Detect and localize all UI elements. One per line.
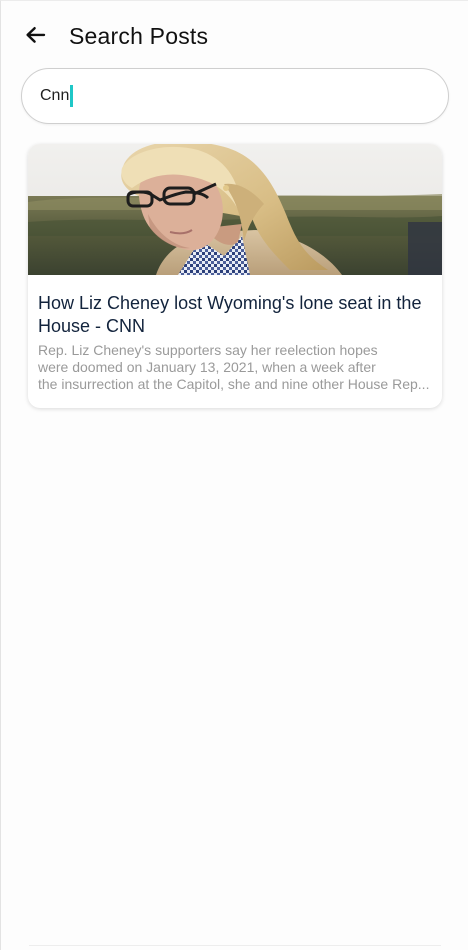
search-input-value: Cnn — [40, 87, 70, 104]
post-title[interactable]: How Liz Cheney lost Wyoming's lone seat … — [38, 292, 434, 338]
bottom-divider — [29, 945, 441, 946]
post-thumbnail-image — [28, 144, 442, 275]
post-snippet-line: the insurrection at the Capitol, she and… — [38, 376, 430, 392]
search-input[interactable]: Cnn — [21, 68, 449, 124]
text-caret — [70, 85, 74, 107]
page-title: Search Posts — [69, 23, 209, 49]
post-snippet-line: were doomed on January 13, 2021, when a … — [38, 359, 376, 375]
arrow-left-icon — [26, 27, 46, 43]
back-button[interactable] — [19, 19, 51, 51]
post-card[interactable]: How Liz Cheney lost Wyoming's lone seat … — [28, 144, 442, 408]
post-snippet: Rep. Liz Cheney's supporters say her ree… — [38, 342, 432, 393]
post-snippet-line: Rep. Liz Cheney's supporters say her ree… — [38, 342, 378, 358]
search-posts-screen: Search Posts Cnn How Liz Cheney lost Wyo… — [0, 0, 468, 950]
app-bar: Search Posts — [1, 1, 468, 67]
